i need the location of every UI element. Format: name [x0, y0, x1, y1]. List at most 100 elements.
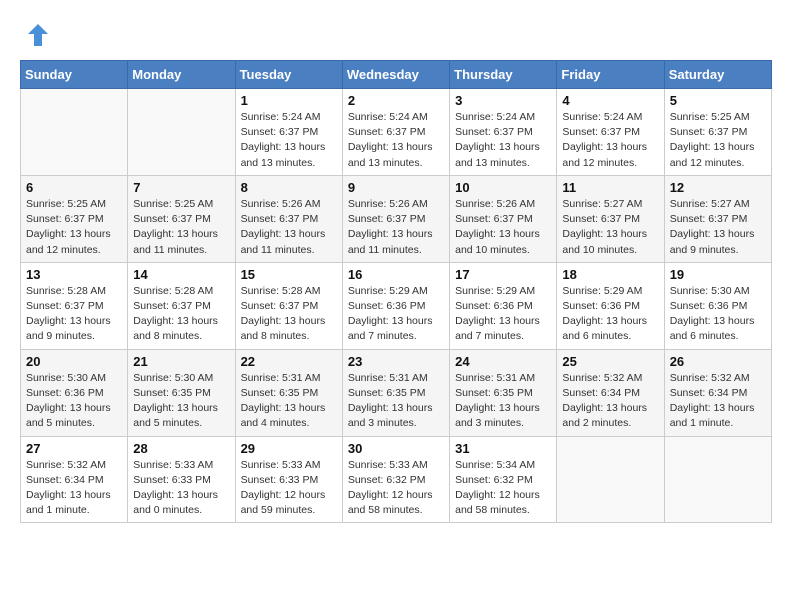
calendar-week-row: 27 Sunrise: 5:32 AM Sunset: 6:34 PM Dayli… — [21, 436, 772, 523]
day-info: Sunrise: 5:25 AM Sunset: 6:37 PM Dayligh… — [670, 110, 766, 171]
calendar-week-row: 1 Sunrise: 5:24 AM Sunset: 6:37 PM Daylig… — [21, 89, 772, 176]
calendar-header-row: SundayMondayTuesdayWednesdayThursdayFrid… — [21, 61, 772, 89]
day-number: 5 — [670, 93, 766, 108]
day-number: 3 — [455, 93, 551, 108]
calendar-week-row: 20 Sunrise: 5:30 AM Sunset: 6:36 PM Dayli… — [21, 349, 772, 436]
day-info: Sunrise: 5:33 AM Sunset: 6:32 PM Dayligh… — [348, 458, 444, 519]
calendar-day-cell: 13 Sunrise: 5:28 AM Sunset: 6:37 PM Dayli… — [21, 262, 128, 349]
calendar-day-cell — [21, 89, 128, 176]
day-info: Sunrise: 5:27 AM Sunset: 6:37 PM Dayligh… — [670, 197, 766, 258]
day-number: 13 — [26, 267, 122, 282]
day-info: Sunrise: 5:30 AM Sunset: 6:35 PM Dayligh… — [133, 371, 229, 432]
day-number: 29 — [241, 441, 337, 456]
day-of-week-header: Monday — [128, 61, 235, 89]
day-info: Sunrise: 5:27 AM Sunset: 6:37 PM Dayligh… — [562, 197, 658, 258]
calendar-day-cell — [557, 436, 664, 523]
day-number: 18 — [562, 267, 658, 282]
calendar-day-cell: 30 Sunrise: 5:33 AM Sunset: 6:32 PM Dayli… — [342, 436, 449, 523]
day-number: 27 — [26, 441, 122, 456]
day-number: 15 — [241, 267, 337, 282]
day-info: Sunrise: 5:28 AM Sunset: 6:37 PM Dayligh… — [241, 284, 337, 345]
day-number: 7 — [133, 180, 229, 195]
day-info: Sunrise: 5:26 AM Sunset: 6:37 PM Dayligh… — [348, 197, 444, 258]
calendar-day-cell: 12 Sunrise: 5:27 AM Sunset: 6:37 PM Dayli… — [664, 175, 771, 262]
calendar-day-cell: 9 Sunrise: 5:26 AM Sunset: 6:37 PM Daylig… — [342, 175, 449, 262]
day-info: Sunrise: 5:24 AM Sunset: 6:37 PM Dayligh… — [562, 110, 658, 171]
day-of-week-header: Saturday — [664, 61, 771, 89]
day-info: Sunrise: 5:31 AM Sunset: 6:35 PM Dayligh… — [348, 371, 444, 432]
day-info: Sunrise: 5:29 AM Sunset: 6:36 PM Dayligh… — [562, 284, 658, 345]
day-number: 14 — [133, 267, 229, 282]
calendar-day-cell: 8Sunrise: 5:26 AM Sunset: 6:37 PM Daylig… — [235, 175, 342, 262]
day-number: 6 — [26, 180, 122, 195]
day-info: Sunrise: 5:31 AM Sunset: 6:35 PM Dayligh… — [241, 371, 337, 432]
calendar-day-cell: 16 Sunrise: 5:29 AM Sunset: 6:36 PM Dayli… — [342, 262, 449, 349]
calendar-day-cell: 18 Sunrise: 5:29 AM Sunset: 6:36 PM Dayli… — [557, 262, 664, 349]
day-number: 30 — [348, 441, 444, 456]
day-number: 9 — [348, 180, 444, 195]
calendar-day-cell: 29 Sunrise: 5:33 AM Sunset: 6:33 PM Dayli… — [235, 436, 342, 523]
day-info: Sunrise: 5:29 AM Sunset: 6:36 PM Dayligh… — [348, 284, 444, 345]
day-info: Sunrise: 5:33 AM Sunset: 6:33 PM Dayligh… — [241, 458, 337, 519]
calendar-day-cell: 10 Sunrise: 5:26 AM Sunset: 6:37 PM Dayli… — [450, 175, 557, 262]
calendar-day-cell: 22 Sunrise: 5:31 AM Sunset: 6:35 PM Dayli… — [235, 349, 342, 436]
calendar-day-cell: 31 Sunrise: 5:34 AM Sunset: 6:32 PM Dayli… — [450, 436, 557, 523]
calendar-day-cell: 25 Sunrise: 5:32 AM Sunset: 6:34 PM Dayli… — [557, 349, 664, 436]
day-number: 16 — [348, 267, 444, 282]
day-info: Sunrise: 5:33 AM Sunset: 6:33 PM Dayligh… — [133, 458, 229, 519]
calendar-day-cell: 4Sunrise: 5:24 AM Sunset: 6:37 PM Daylig… — [557, 89, 664, 176]
day-number: 19 — [670, 267, 766, 282]
calendar-day-cell: 11 Sunrise: 5:27 AM Sunset: 6:37 PM Dayli… — [557, 175, 664, 262]
calendar-week-row: 13 Sunrise: 5:28 AM Sunset: 6:37 PM Dayli… — [21, 262, 772, 349]
day-number: 25 — [562, 354, 658, 369]
day-info: Sunrise: 5:25 AM Sunset: 6:37 PM Dayligh… — [26, 197, 122, 258]
calendar-day-cell: 19 Sunrise: 5:30 AM Sunset: 6:36 PM Dayli… — [664, 262, 771, 349]
day-info: Sunrise: 5:24 AM Sunset: 6:37 PM Dayligh… — [455, 110, 551, 171]
day-info: Sunrise: 5:31 AM Sunset: 6:35 PM Dayligh… — [455, 371, 551, 432]
day-number: 22 — [241, 354, 337, 369]
day-number: 26 — [670, 354, 766, 369]
day-number: 12 — [670, 180, 766, 195]
day-number: 1 — [241, 93, 337, 108]
calendar-day-cell — [128, 89, 235, 176]
calendar-day-cell: 24 Sunrise: 5:31 AM Sunset: 6:35 PM Dayli… — [450, 349, 557, 436]
day-of-week-header: Sunday — [21, 61, 128, 89]
page-header — [20, 20, 772, 50]
day-number: 21 — [133, 354, 229, 369]
calendar-day-cell: 5 Sunrise: 5:25 AM Sunset: 6:37 PM Daylig… — [664, 89, 771, 176]
calendar-day-cell: 3 Sunrise: 5:24 AM Sunset: 6:37 PM Daylig… — [450, 89, 557, 176]
day-info: Sunrise: 5:32 AM Sunset: 6:34 PM Dayligh… — [670, 371, 766, 432]
day-info: Sunrise: 5:30 AM Sunset: 6:36 PM Dayligh… — [26, 371, 122, 432]
calendar-day-cell: 21 Sunrise: 5:30 AM Sunset: 6:35 PM Dayli… — [128, 349, 235, 436]
calendar-day-cell — [664, 436, 771, 523]
calendar-day-cell: 26 Sunrise: 5:32 AM Sunset: 6:34 PM Dayli… — [664, 349, 771, 436]
calendar-week-row: 6 Sunrise: 5:25 AM Sunset: 6:37 PM Daylig… — [21, 175, 772, 262]
day-of-week-header: Tuesday — [235, 61, 342, 89]
day-of-week-header: Wednesday — [342, 61, 449, 89]
day-number: 23 — [348, 354, 444, 369]
day-info: Sunrise: 5:26 AM Sunset: 6:37 PM Dayligh… — [455, 197, 551, 258]
day-info: Sunrise: 5:32 AM Sunset: 6:34 PM Dayligh… — [26, 458, 122, 519]
calendar-day-cell: 14Sunrise: 5:28 AM Sunset: 6:37 PM Dayli… — [128, 262, 235, 349]
day-number: 11 — [562, 180, 658, 195]
day-info: Sunrise: 5:25 AM Sunset: 6:37 PM Dayligh… — [133, 197, 229, 258]
day-of-week-header: Thursday — [450, 61, 557, 89]
day-info: Sunrise: 5:28 AM Sunset: 6:37 PM Dayligh… — [26, 284, 122, 345]
day-number: 17 — [455, 267, 551, 282]
day-number: 2 — [348, 93, 444, 108]
calendar-day-cell: 20 Sunrise: 5:30 AM Sunset: 6:36 PM Dayli… — [21, 349, 128, 436]
day-number: 31 — [455, 441, 551, 456]
day-info: Sunrise: 5:24 AM Sunset: 6:37 PM Dayligh… — [348, 110, 444, 171]
day-of-week-header: Friday — [557, 61, 664, 89]
day-number: 20 — [26, 354, 122, 369]
day-info: Sunrise: 5:32 AM Sunset: 6:34 PM Dayligh… — [562, 371, 658, 432]
day-info: Sunrise: 5:34 AM Sunset: 6:32 PM Dayligh… — [455, 458, 551, 519]
day-number: 24 — [455, 354, 551, 369]
day-info: Sunrise: 5:30 AM Sunset: 6:36 PM Dayligh… — [670, 284, 766, 345]
day-info: Sunrise: 5:24 AM Sunset: 6:37 PM Dayligh… — [241, 110, 337, 171]
logo — [20, 20, 53, 50]
calendar-day-cell: 27 Sunrise: 5:32 AM Sunset: 6:34 PM Dayli… — [21, 436, 128, 523]
logo-icon — [20, 20, 50, 50]
day-number: 10 — [455, 180, 551, 195]
day-number: 8 — [241, 180, 337, 195]
